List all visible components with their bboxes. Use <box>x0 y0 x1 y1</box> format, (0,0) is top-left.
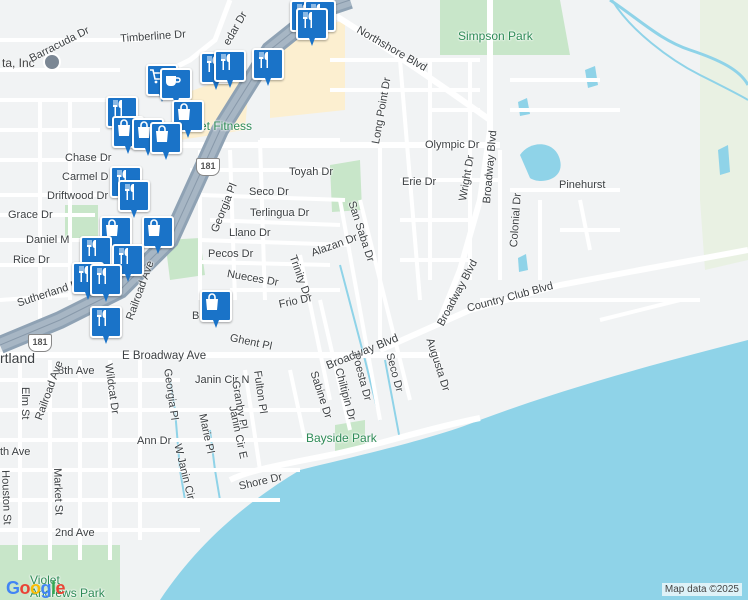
park-label-bayside[interactable]: Bayside Park <box>306 432 377 444</box>
street-label: Ann Dr <box>137 435 172 447</box>
poi-pin[interactable] <box>142 216 174 256</box>
city-label: rtland <box>0 350 36 366</box>
map-canvas[interactable]: ta, Inc 181 181 Simpson Park Bayside Par… <box>0 0 748 600</box>
highway-181-shield: 181 <box>196 158 220 176</box>
street-label: Llano Dr <box>229 227 271 239</box>
poi-pin[interactable] <box>214 50 246 90</box>
street-label: E Broadway Ave <box>122 350 207 362</box>
street-label: Toyah Dr <box>289 166 334 178</box>
poi-pin[interactable] <box>200 290 232 330</box>
street-label: Seco Dr <box>249 186 289 198</box>
street-label: Carmel D <box>62 171 109 183</box>
street-label: Terlingua Dr <box>250 207 310 219</box>
street-label: Grace Dr <box>8 209 53 221</box>
poi-label-fitness[interactable]: et Fitness <box>200 120 252 132</box>
poi-pin[interactable] <box>150 122 182 162</box>
park-label-simpson[interactable]: Simpson Park <box>458 30 533 42</box>
street-label: Market St <box>51 467 65 516</box>
poi-pin[interactable] <box>118 180 150 220</box>
street-label: Pinehurst <box>559 179 606 191</box>
street-label: Driftwood Dr <box>47 190 109 202</box>
street-label: Daniel M <box>26 234 70 246</box>
street-label: Houston St <box>0 469 13 525</box>
street-label: Chase Dr <box>65 152 112 164</box>
street-label: 2nd Ave <box>55 527 95 539</box>
map-attribution[interactable]: Map data ©2025 <box>661 583 742 596</box>
street-label: B <box>192 310 200 322</box>
street-label: Olympic Dr <box>425 139 480 151</box>
poi-pin[interactable] <box>90 264 122 304</box>
street-label: Elm St <box>19 387 31 420</box>
poi-pin[interactable] <box>252 48 284 88</box>
street-label: th Ave <box>0 446 31 458</box>
street-label: Pecos Dr <box>208 248 254 260</box>
poi-pin[interactable] <box>296 8 328 48</box>
poi-pin[interactable] <box>90 306 122 346</box>
street-label: Rice Dr <box>13 254 50 266</box>
google-logo: Google <box>6 578 66 598</box>
street-label: Erie Dr <box>402 176 437 188</box>
